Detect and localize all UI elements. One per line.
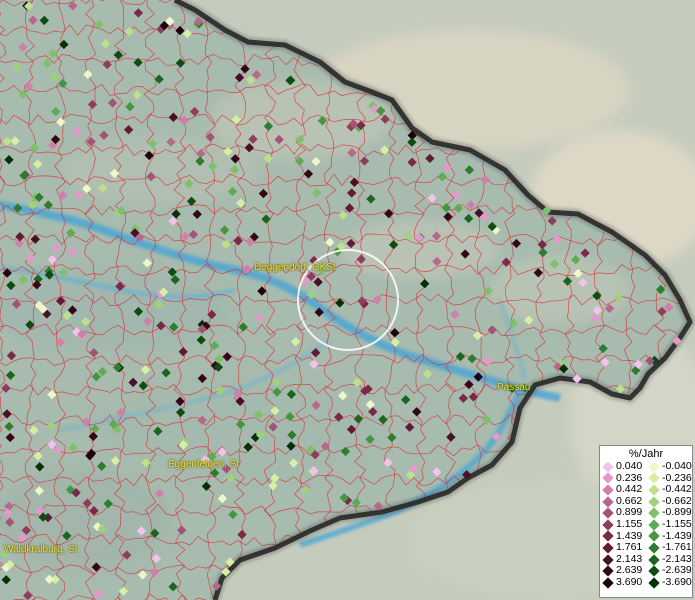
legend-value: 3.690 bbox=[616, 575, 643, 588]
legend-swatch bbox=[602, 519, 614, 531]
legend-title: %/Jahr bbox=[628, 448, 664, 460]
legend-swatch bbox=[648, 461, 660, 473]
place-label-passau: Passau bbox=[497, 382, 531, 393]
legend-value: -3.690 bbox=[662, 575, 692, 588]
legend-value: -1.155 bbox=[662, 517, 692, 530]
legend-swatch bbox=[602, 542, 614, 554]
legend-entry-negative: -1.761 bbox=[646, 542, 692, 554]
legend-entry-positive: 3.690 bbox=[600, 575, 646, 589]
legend-swatch bbox=[602, 472, 614, 485]
legend-value: 0.040 bbox=[616, 460, 643, 472]
legend-row: 3.690 -3.690 bbox=[600, 575, 692, 589]
legend-swatch bbox=[602, 495, 614, 508]
legend-swatch bbox=[648, 565, 660, 577]
legend-swatch bbox=[648, 542, 660, 554]
legend-swatch bbox=[648, 577, 660, 589]
legend-swatch bbox=[602, 553, 614, 566]
legend-swatch bbox=[648, 507, 660, 519]
legend-entry-negative: -3.690 bbox=[646, 575, 692, 589]
legend-swatch bbox=[648, 472, 660, 485]
legend-entry-negative: -1.155 bbox=[646, 517, 692, 531]
legend-entry-negative: -0.040 bbox=[646, 460, 692, 473]
legend-swatch bbox=[648, 484, 660, 496]
legend-swatch bbox=[648, 519, 660, 531]
place-label-waldkraiburg: Waldkraiburg, St bbox=[4, 544, 78, 555]
legend-value: 1.155 bbox=[616, 517, 643, 530]
legend: %/Jahr 0.040 -0.040 0.236 -0.236 0.442 -0.442… bbox=[599, 445, 693, 598]
legend-swatch bbox=[602, 461, 614, 473]
legend-swatch bbox=[602, 507, 614, 519]
map-canvas[interactable] bbox=[0, 0, 695, 600]
legend-value: -1.761 bbox=[662, 541, 692, 554]
legend-swatch bbox=[602, 530, 614, 543]
legend-entry-positive: 1.155 bbox=[600, 517, 646, 531]
legend-row: 1.155 -1.155 bbox=[600, 517, 692, 531]
legend-row: 1.761 -1.761 bbox=[600, 542, 692, 554]
map-view[interactable]: Deggendorf, GKSt Passau Eggenfelden, St … bbox=[0, 0, 695, 600]
legend-row: 0.040 -0.040 bbox=[600, 460, 692, 473]
legend-entry-positive: 1.761 bbox=[600, 542, 646, 554]
legend-value: -0.040 bbox=[662, 460, 692, 472]
legend-swatch bbox=[648, 530, 660, 543]
legend-entry-positive: 0.040 bbox=[600, 460, 646, 473]
legend-swatch bbox=[602, 577, 614, 589]
place-label-deggendorf: Deggendorf, GKSt bbox=[254, 262, 336, 273]
legend-swatch bbox=[648, 495, 660, 508]
legend-swatch bbox=[648, 553, 660, 566]
legend-swatch bbox=[602, 565, 614, 577]
legend-swatch bbox=[602, 484, 614, 496]
legend-rows: 0.040 -0.040 0.236 -0.236 0.442 -0.442 0.662 -0… bbox=[600, 460, 692, 589]
legend-value: 1.761 bbox=[616, 541, 643, 554]
place-label-eggenfelden: Eggenfelden, St bbox=[168, 459, 240, 470]
